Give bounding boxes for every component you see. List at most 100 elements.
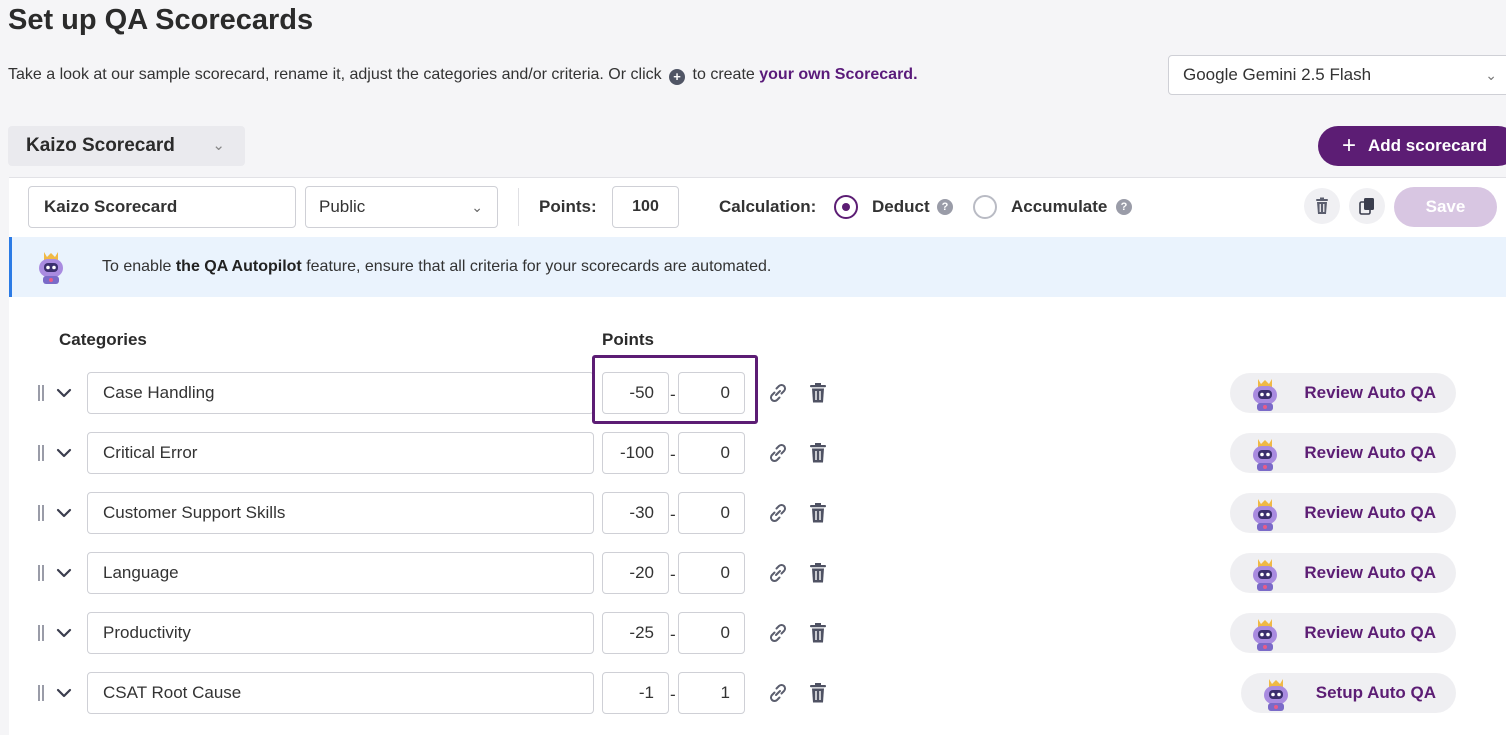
setup-auto-qa-button[interactable]: Setup Auto QA [1241,673,1456,713]
category-name-input[interactable]: Productivity [87,612,594,654]
link-icon[interactable] [767,622,789,644]
page-subtitle: Take a look at our sample scorecard, ren… [8,64,918,86]
drag-handle-icon[interactable] [37,625,47,641]
link-icon[interactable] [767,502,789,524]
ai-model-select[interactable]: Google Gemini 2.5 Flash ⌄ [1168,55,1506,95]
max-points-input[interactable]: 1 [678,672,745,714]
category-name-input[interactable]: Customer Support Skills [87,492,594,534]
link-icon[interactable] [767,442,789,464]
ai-model-value: Google Gemini 2.5 Flash [1183,65,1372,84]
trash-icon[interactable] [809,563,827,583]
review-auto-qa-button[interactable]: Review Auto QA [1230,553,1456,593]
drag-handle-icon[interactable] [37,445,47,461]
chevron-down-icon[interactable] [54,683,74,703]
help-icon[interactable]: ? [937,199,953,215]
own-scorecard-link[interactable]: your own Scorecard. [759,66,917,83]
chevron-down-icon[interactable] [54,563,74,583]
review-auto-qa-button[interactable]: Review Auto QA [1230,433,1456,473]
category-name-input[interactable]: Critical Error [87,432,594,474]
save-button[interactable]: Save [1394,187,1497,227]
drag-handle-icon[interactable] [37,505,47,521]
banner-text-1: To enable [102,258,172,275]
points-range-highlight [592,355,758,424]
categories-column-header: Categories [59,330,147,349]
points-range-dash: - [670,565,676,584]
toolbar-divider [518,188,519,226]
help-icon[interactable]: ? [1116,199,1132,215]
max-points-input[interactable]: 0 [678,612,745,654]
trash-icon[interactable] [809,443,827,463]
min-points-input[interactable]: -20 [602,552,669,594]
review-auto-qa-button[interactable]: Review Auto QA [1230,373,1456,413]
drag-handle-icon[interactable] [37,385,47,401]
deduct-radio[interactable] [834,195,858,219]
robot-icon [1253,439,1277,471]
duplicate-scorecard-button[interactable] [1349,188,1385,224]
auto-qa-label: Setup Auto QA [1315,683,1436,702]
min-points-input[interactable]: -1 [602,672,669,714]
min-points-input[interactable]: -30 [602,492,669,534]
scorecard-dropdown[interactable]: Kaizo Scorecard ⌄ [8,126,245,166]
chevron-down-icon[interactable] [54,623,74,643]
robot-icon [39,252,63,284]
chevron-down-icon[interactable] [54,383,74,403]
chevron-down-icon[interactable] [54,503,74,523]
trash-icon[interactable] [809,383,827,403]
auto-qa-label: Review Auto QA [1304,503,1436,522]
points-range-dash: - [670,445,676,464]
category-name-input[interactable]: CSAT Root Cause [87,672,594,714]
chevron-down-icon: ⌄ [471,199,483,215]
robot-icon [1253,379,1277,411]
min-points-input[interactable]: -25 [602,612,669,654]
accumulate-label[interactable]: Accumulate [1011,196,1107,218]
drag-handle-icon[interactable] [37,565,47,581]
link-icon[interactable] [767,382,789,404]
plus-circle-icon[interactable]: + [669,69,686,85]
page-title: Set up QA Scorecards [8,4,314,36]
max-points-input[interactable]: 0 [678,552,745,594]
delete-scorecard-button[interactable] [1304,188,1340,224]
max-points-input[interactable]: 0 [678,492,745,534]
scorecard-dropdown-label: Kaizo Scorecard [26,135,175,156]
chevron-down-icon[interactable] [54,443,74,463]
robot-icon [1253,499,1277,531]
robot-icon [1253,619,1277,651]
subtitle-text-1: Take a look at our sample scorecard, ren… [8,66,662,83]
auto-qa-label: Review Auto QA [1304,623,1436,642]
add-scorecard-button[interactable]: + Add scorecard [1318,126,1506,166]
drag-handle-icon[interactable] [37,685,47,701]
trash-icon[interactable] [809,683,827,703]
banner-text-2: feature, ensure that all criteria for yo… [306,258,772,275]
points-range-dash: - [670,625,676,644]
copy-icon [1359,198,1374,215]
visibility-select[interactable]: Public ⌄ [305,186,498,228]
subtitle-text-2: to create [692,66,755,83]
deduct-label[interactable]: Deduct [872,196,930,218]
accumulate-radio[interactable] [973,195,997,219]
total-points-input[interactable]: 100 [612,186,679,228]
points-column-header: Points [602,330,654,349]
category-name-input[interactable]: Case Handling [87,372,594,414]
add-scorecard-label: Add scorecard [1368,136,1488,155]
auto-qa-label: Review Auto QA [1304,383,1436,402]
link-icon[interactable] [767,682,789,704]
max-points-input[interactable]: 0 [678,432,745,474]
auto-qa-label: Review Auto QA [1304,563,1436,582]
points-range-dash: - [670,505,676,524]
trash-icon[interactable] [809,623,827,643]
link-icon[interactable] [767,562,789,584]
points-label: Points: [539,197,597,216]
auto-qa-label: Review Auto QA [1304,443,1436,462]
scorecard-name-input[interactable]: Kaizo Scorecard [28,186,296,228]
review-auto-qa-button[interactable]: Review Auto QA [1230,493,1456,533]
robot-icon [1264,679,1288,711]
trash-icon[interactable] [809,503,827,523]
category-name-input[interactable]: Language [87,552,594,594]
banner-text-bold: the QA Autopilot [175,258,302,275]
robot-icon [1253,559,1277,591]
calculation-label: Calculation: [719,197,817,216]
chevron-down-icon: ⌄ [1485,67,1497,83]
plus-icon: + [1342,132,1357,159]
min-points-input[interactable]: -100 [602,432,669,474]
review-auto-qa-button[interactable]: Review Auto QA [1230,613,1456,653]
